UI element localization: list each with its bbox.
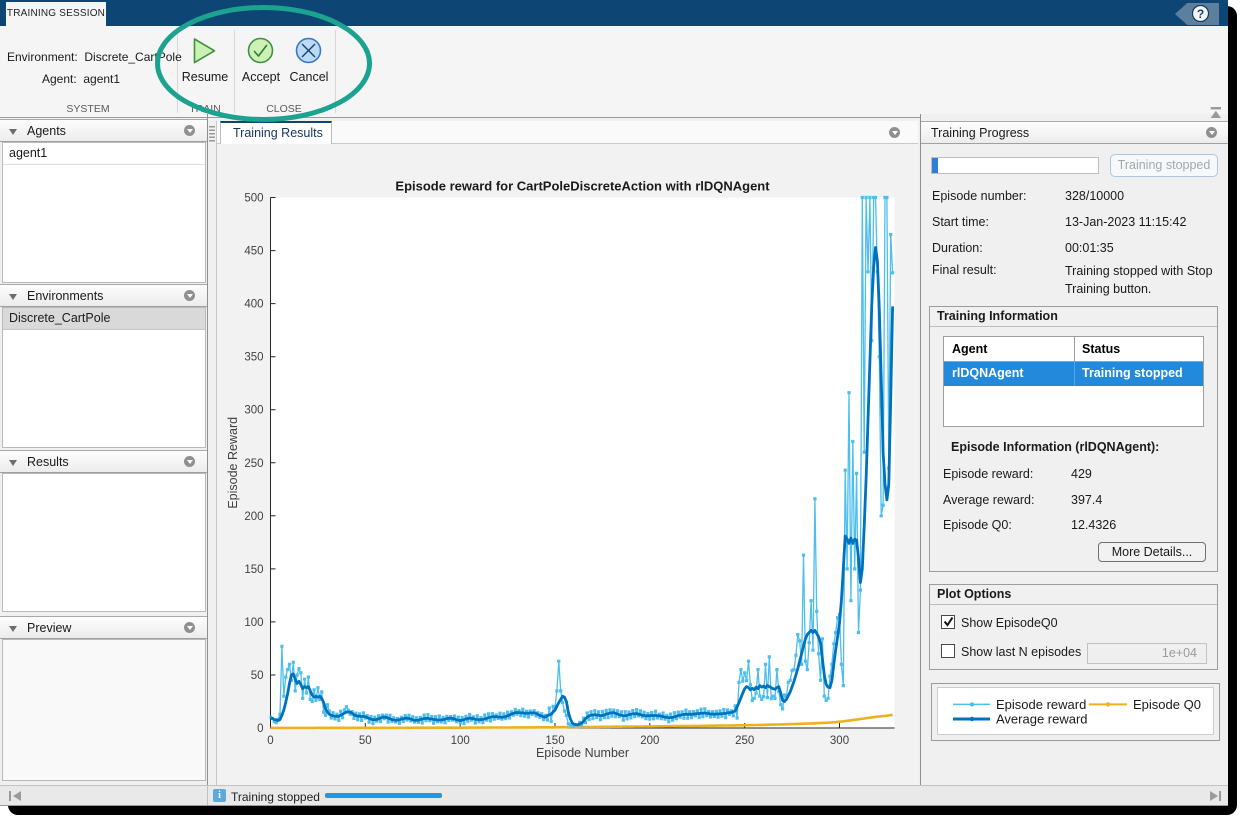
svg-text:50: 50: [251, 670, 264, 682]
svg-text:50: 50: [359, 735, 372, 747]
svg-text:Episode reward: Episode reward: [996, 697, 1086, 712]
svg-text:?: ?: [1197, 7, 1204, 21]
svg-text:400: 400: [244, 299, 263, 311]
svg-text:Episode Number: Episode Number: [536, 746, 629, 760]
svg-text:250: 250: [244, 458, 263, 470]
svg-text:300: 300: [830, 735, 849, 747]
svg-text:450: 450: [244, 246, 263, 258]
svg-text:150: 150: [244, 564, 263, 576]
svg-text:0: 0: [267, 735, 273, 747]
svg-text:200: 200: [640, 735, 659, 747]
svg-text:250: 250: [735, 735, 754, 747]
svg-text:500: 500: [244, 193, 263, 205]
svg-text:350: 350: [244, 352, 263, 364]
svg-text:100: 100: [451, 735, 470, 747]
svg-text:200: 200: [244, 511, 263, 523]
svg-text:Episode Reward: Episode Reward: [226, 417, 240, 509]
svg-text:100: 100: [244, 617, 263, 629]
svg-text:0: 0: [257, 723, 263, 735]
svg-text:Episode reward for CartPoleDis: Episode reward for CartPoleDiscreteActio…: [395, 179, 770, 194]
svg-text:Average reward: Average reward: [996, 711, 1088, 726]
svg-text:Episode Q0: Episode Q0: [1133, 697, 1201, 712]
svg-text:300: 300: [244, 405, 263, 417]
